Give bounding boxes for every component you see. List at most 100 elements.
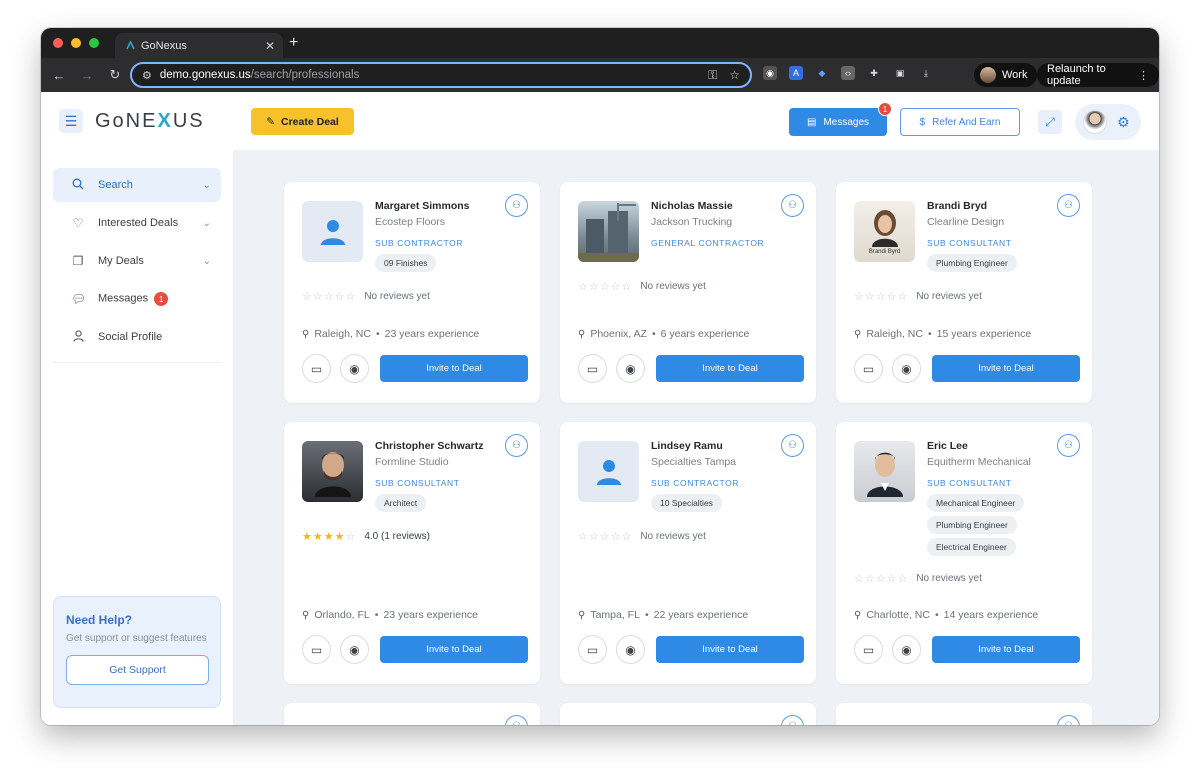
user-avatar [1083, 110, 1107, 134]
connect-user-icon[interactable]: ⚇ [781, 194, 804, 217]
connect-user-icon[interactable]: ⚇ [1057, 715, 1080, 725]
invite-to-deal-button[interactable]: Invite to Deal [932, 636, 1080, 663]
forward-icon[interactable]: → [73, 68, 101, 83]
message-icon[interactable]: ▭ [854, 354, 883, 383]
sidebar-item-search[interactable]: Search ⌄ [53, 168, 221, 202]
view-eye-icon[interactable]: ◉ [892, 354, 921, 383]
create-deal-button[interactable]: ✎ Create Deal [251, 108, 354, 135]
person-placeholder-icon [320, 219, 345, 245]
sidebar-item-my-deals[interactable]: ❐ My Deals ⌄ [53, 244, 221, 278]
refer-and-earn-button[interactable]: $ Refer And Earn [900, 108, 1020, 136]
logo[interactable]: GoNEXUS [95, 110, 205, 133]
invite-to-deal-button[interactable]: Invite to Deal [932, 355, 1080, 382]
more-menu-icon[interactable]: ⋮ [1138, 69, 1149, 82]
invite-to-deal-button[interactable]: Invite to Deal [380, 355, 528, 382]
professional-name[interactable]: Margaret Simmons [375, 200, 470, 212]
star-rating-icon: ☆☆☆☆☆ [854, 291, 909, 303]
close-window-button[interactable] [53, 38, 63, 48]
connect-user-icon[interactable]: ⚇ [505, 434, 528, 457]
view-eye-icon[interactable]: ◉ [340, 354, 369, 383]
site-settings-icon[interactable]: ⚙ [142, 69, 152, 82]
tag-list: Plumbing Engineer [927, 254, 1017, 272]
message-icon[interactable]: ▭ [578, 354, 607, 383]
download-icon[interactable]: ⤓ [919, 66, 933, 80]
minimize-window-button[interactable] [71, 38, 81, 48]
user-menu[interactable]: ⚙ [1075, 104, 1141, 140]
tag: Plumbing Engineer [927, 516, 1017, 534]
role-label: SUB CONSULTANT [927, 238, 1012, 248]
message-icon[interactable]: ▭ [302, 635, 331, 664]
maximize-window-button[interactable] [89, 38, 99, 48]
invite-to-deal-button[interactable]: Invite to Deal [656, 636, 804, 663]
connect-user-icon[interactable]: ⚇ [781, 434, 804, 457]
professional-name[interactable]: Brandi Bryd [927, 200, 987, 212]
tag-extension-icon[interactable]: ◆ [815, 66, 829, 80]
tag: 10 Specialties [651, 494, 722, 512]
fullscreen-icon[interactable]: ⤢ [1038, 110, 1062, 134]
experience-text: 23 years experience [384, 328, 480, 340]
role-label: SUB CONTRACTOR [651, 478, 740, 488]
sidebar-item-messages[interactable]: 💬︎ Messages 1 [53, 282, 221, 316]
company-name: Equitherm Mechanical [927, 456, 1031, 468]
sidebar-item-interested-deals[interactable]: ♡ Interested Deals ⌄ [53, 206, 221, 240]
view-eye-icon[interactable]: ◉ [340, 635, 369, 664]
browser-tab[interactable]: GoNexus ✕ [115, 33, 283, 58]
dot-separator: • [644, 609, 649, 621]
favicon-icon [125, 41, 135, 51]
professional-name[interactable]: Nicholas Massie [651, 200, 733, 212]
connect-user-icon[interactable]: ⚇ [505, 194, 528, 217]
relaunch-label: Relaunch to update [1047, 63, 1106, 87]
code-extension-icon[interactable]: ‹› [841, 66, 855, 80]
card-actions: ▭ ◉ Invite to Deal [578, 354, 804, 383]
invite-to-deal-button[interactable]: Invite to Deal [656, 355, 804, 382]
professional-name[interactable]: Christopher Schwartz [375, 440, 484, 452]
message-icon[interactable]: ▭ [302, 354, 331, 383]
chevron-down-icon: ⌄ [202, 179, 211, 191]
new-tab-icon[interactable]: + [289, 34, 298, 52]
connect-user-icon[interactable]: ⚇ [505, 715, 528, 725]
get-support-button[interactable]: Get Support [66, 655, 209, 685]
password-key-icon[interactable]: ⚿ [708, 68, 717, 83]
sidebar-item-social-profile[interactable]: Social Profile [53, 320, 221, 354]
view-eye-icon[interactable]: ◉ [616, 635, 645, 664]
profile-button[interactable]: Work [974, 63, 1038, 87]
translate-extension-icon[interactable]: A [789, 66, 803, 80]
puzzle-extension-icon[interactable]: ✚ [867, 66, 881, 80]
camera-extension-icon[interactable]: ◉ [763, 66, 777, 80]
back-icon[interactable]: ← [45, 68, 73, 83]
chevron-down-icon: ⌄ [202, 217, 211, 229]
card-actions: ▭ ◉ Invite to Deal [302, 354, 528, 383]
tag: Mechanical Engineer [927, 494, 1025, 512]
message-icon[interactable]: ▭ [854, 635, 883, 664]
location-text: Orlando, FL [314, 609, 370, 621]
connect-user-icon[interactable]: ⚇ [781, 715, 804, 725]
address-bar[interactable]: ⚙ demo.gonexus.us/search/professionals ⚿… [130, 62, 752, 88]
tag-list: 09 Finishes [375, 254, 437, 272]
professional-card: Eric Lee Equitherm Mechanical SUB CONSUL… [836, 422, 1092, 684]
professional-card: Nicholas Massie Jackson Trucking GENERAL… [560, 182, 816, 403]
sidebar-nav: Search ⌄ ♡ Interested Deals ⌄ ❐ My Deals… [53, 168, 221, 358]
professional-name[interactable]: Lindsey Ramu [651, 440, 723, 452]
dot-separator: • [934, 609, 939, 621]
view-eye-icon[interactable]: ◉ [616, 354, 645, 383]
sidebar-item-label: Messages [98, 292, 149, 305]
create-deal-label: Create Deal [281, 115, 339, 128]
messages-button[interactable]: ▤ Messages [789, 108, 887, 136]
relaunch-button[interactable]: Relaunch to update ⋮ [1037, 63, 1159, 87]
experience-text: 6 years experience [660, 328, 750, 340]
view-eye-icon[interactable]: ◉ [892, 635, 921, 664]
professional-name[interactable]: Eric Lee [927, 440, 968, 452]
gear-icon[interactable]: ⚙ [1117, 114, 1130, 131]
menu-toggle-icon[interactable]: ☰ [59, 109, 83, 133]
connect-user-icon[interactable]: ⚇ [1057, 194, 1080, 217]
tab-close-icon[interactable]: ✕ [265, 39, 275, 53]
man-portrait-icon [314, 451, 351, 497]
bookmark-star-icon[interactable]: ☆ [729, 68, 740, 83]
connect-user-icon[interactable]: ⚇ [1057, 434, 1080, 457]
reload-icon[interactable]: ↻ [101, 67, 129, 83]
rating-text: No reviews yet [640, 281, 706, 292]
help-panel: Need Help? Get support or suggest featur… [53, 596, 221, 708]
message-icon[interactable]: ▭ [578, 635, 607, 664]
invite-to-deal-button[interactable]: Invite to Deal [380, 636, 528, 663]
tab-search-icon[interactable]: ▣ [893, 66, 907, 80]
